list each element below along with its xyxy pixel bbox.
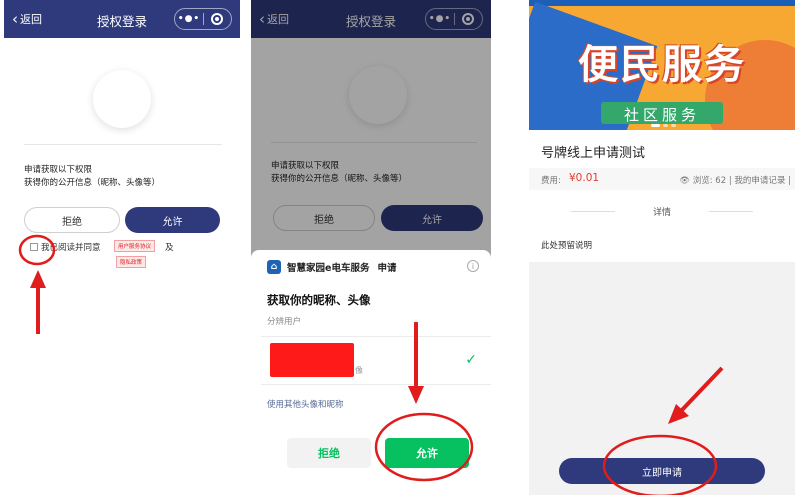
authorization-sheet: ⌂ 智慧家园e电车服务 申请 i 获取你的昵称、头像 分辨用户 像 ✓ 使用其他… [251,250,491,495]
wechat-allow-button[interactable]: 允许 [385,438,469,468]
view-count: 浏览: 62 [692,176,727,186]
use-other-profile-link[interactable]: 使用其他头像和昵称 [267,398,344,410]
info-icon[interactable]: i [467,260,479,272]
apply-now-button[interactable]: 立即申请 [559,458,765,484]
avatar [93,70,151,128]
service-detail-screen: 便民服务 社区服务 号牌线上申请测试 费用: ¥0.01 👁 浏览: 62 | … [529,0,795,495]
banner-title: 便民服务 [578,42,746,88]
wechat-reject-button[interactable]: 拒绝 [287,438,371,468]
app-header: ⌂ 智慧家园e电车服务 申请 [267,260,396,274]
banner-subtitle: 社区服务 [623,106,700,124]
checkmark-icon: ✓ [465,352,477,368]
privacy-policy-link[interactable]: 隐私政策 [116,256,147,268]
reject-button[interactable]: 拒绝 [24,207,120,233]
mini-program-capsule: •●• [174,8,232,30]
app-name: 智慧家园e电车服务 [287,263,370,274]
close-target-icon[interactable] [204,13,231,25]
service-title: 号牌线上申请测试 [541,146,646,161]
banner-image[interactable]: 便民服务 社区服务 [529,0,795,130]
fee-row: 费用: ¥0.01 👁 浏览: 62 | 我的申请记录 | [529,168,795,190]
fee-label: 费用: [541,176,561,186]
more-icon[interactable]: •●• [175,14,203,24]
nav-bar: ‹ 返回 授权登录 •●• [4,0,240,38]
redacted-profile[interactable] [270,343,354,377]
description-text: 此处预留说明 [541,241,593,251]
and-text: 及 [165,243,174,253]
details-section-header: 详情 [529,196,795,226]
agree-text: 我已阅读并同意 [41,243,101,253]
user-agreement-link[interactable]: 用户服务协议 [114,240,156,252]
allow-button[interactable]: 允许 [125,207,220,233]
eye-icon: 👁 [679,176,691,186]
app-logo-icon: ⌂ [267,260,281,274]
auth-screen: ‹ 返回 授权登录 •●• 申请获取以下权限 获得你的公开信息（昵称、头像等） … [4,0,240,495]
price: ¥0.01 [569,172,600,184]
agreement-row: 我已阅读并同意 [30,241,101,253]
sheet-subtitle: 分辨用户 [267,317,302,327]
sheet-heading: 获取你的昵称、头像 [267,293,371,307]
request-label: 申请 [377,263,397,274]
carousel-indicator [651,124,676,127]
permission-heading: 申请获取以下权限 [24,165,93,175]
my-records-link[interactable]: 我的申请记录 [734,176,785,186]
permission-detail: 获得你的公开信息（昵称、头像等） [24,178,161,188]
nickname-suffix: 像 [355,366,363,375]
wechat-auth-screen: ‹ 返回 授权登录 •●• 申请获取以下权限 获得你的公开信息（昵称、头像等） … [251,0,491,495]
details-heading: 详情 [652,208,671,218]
agree-checkbox[interactable] [30,243,38,251]
